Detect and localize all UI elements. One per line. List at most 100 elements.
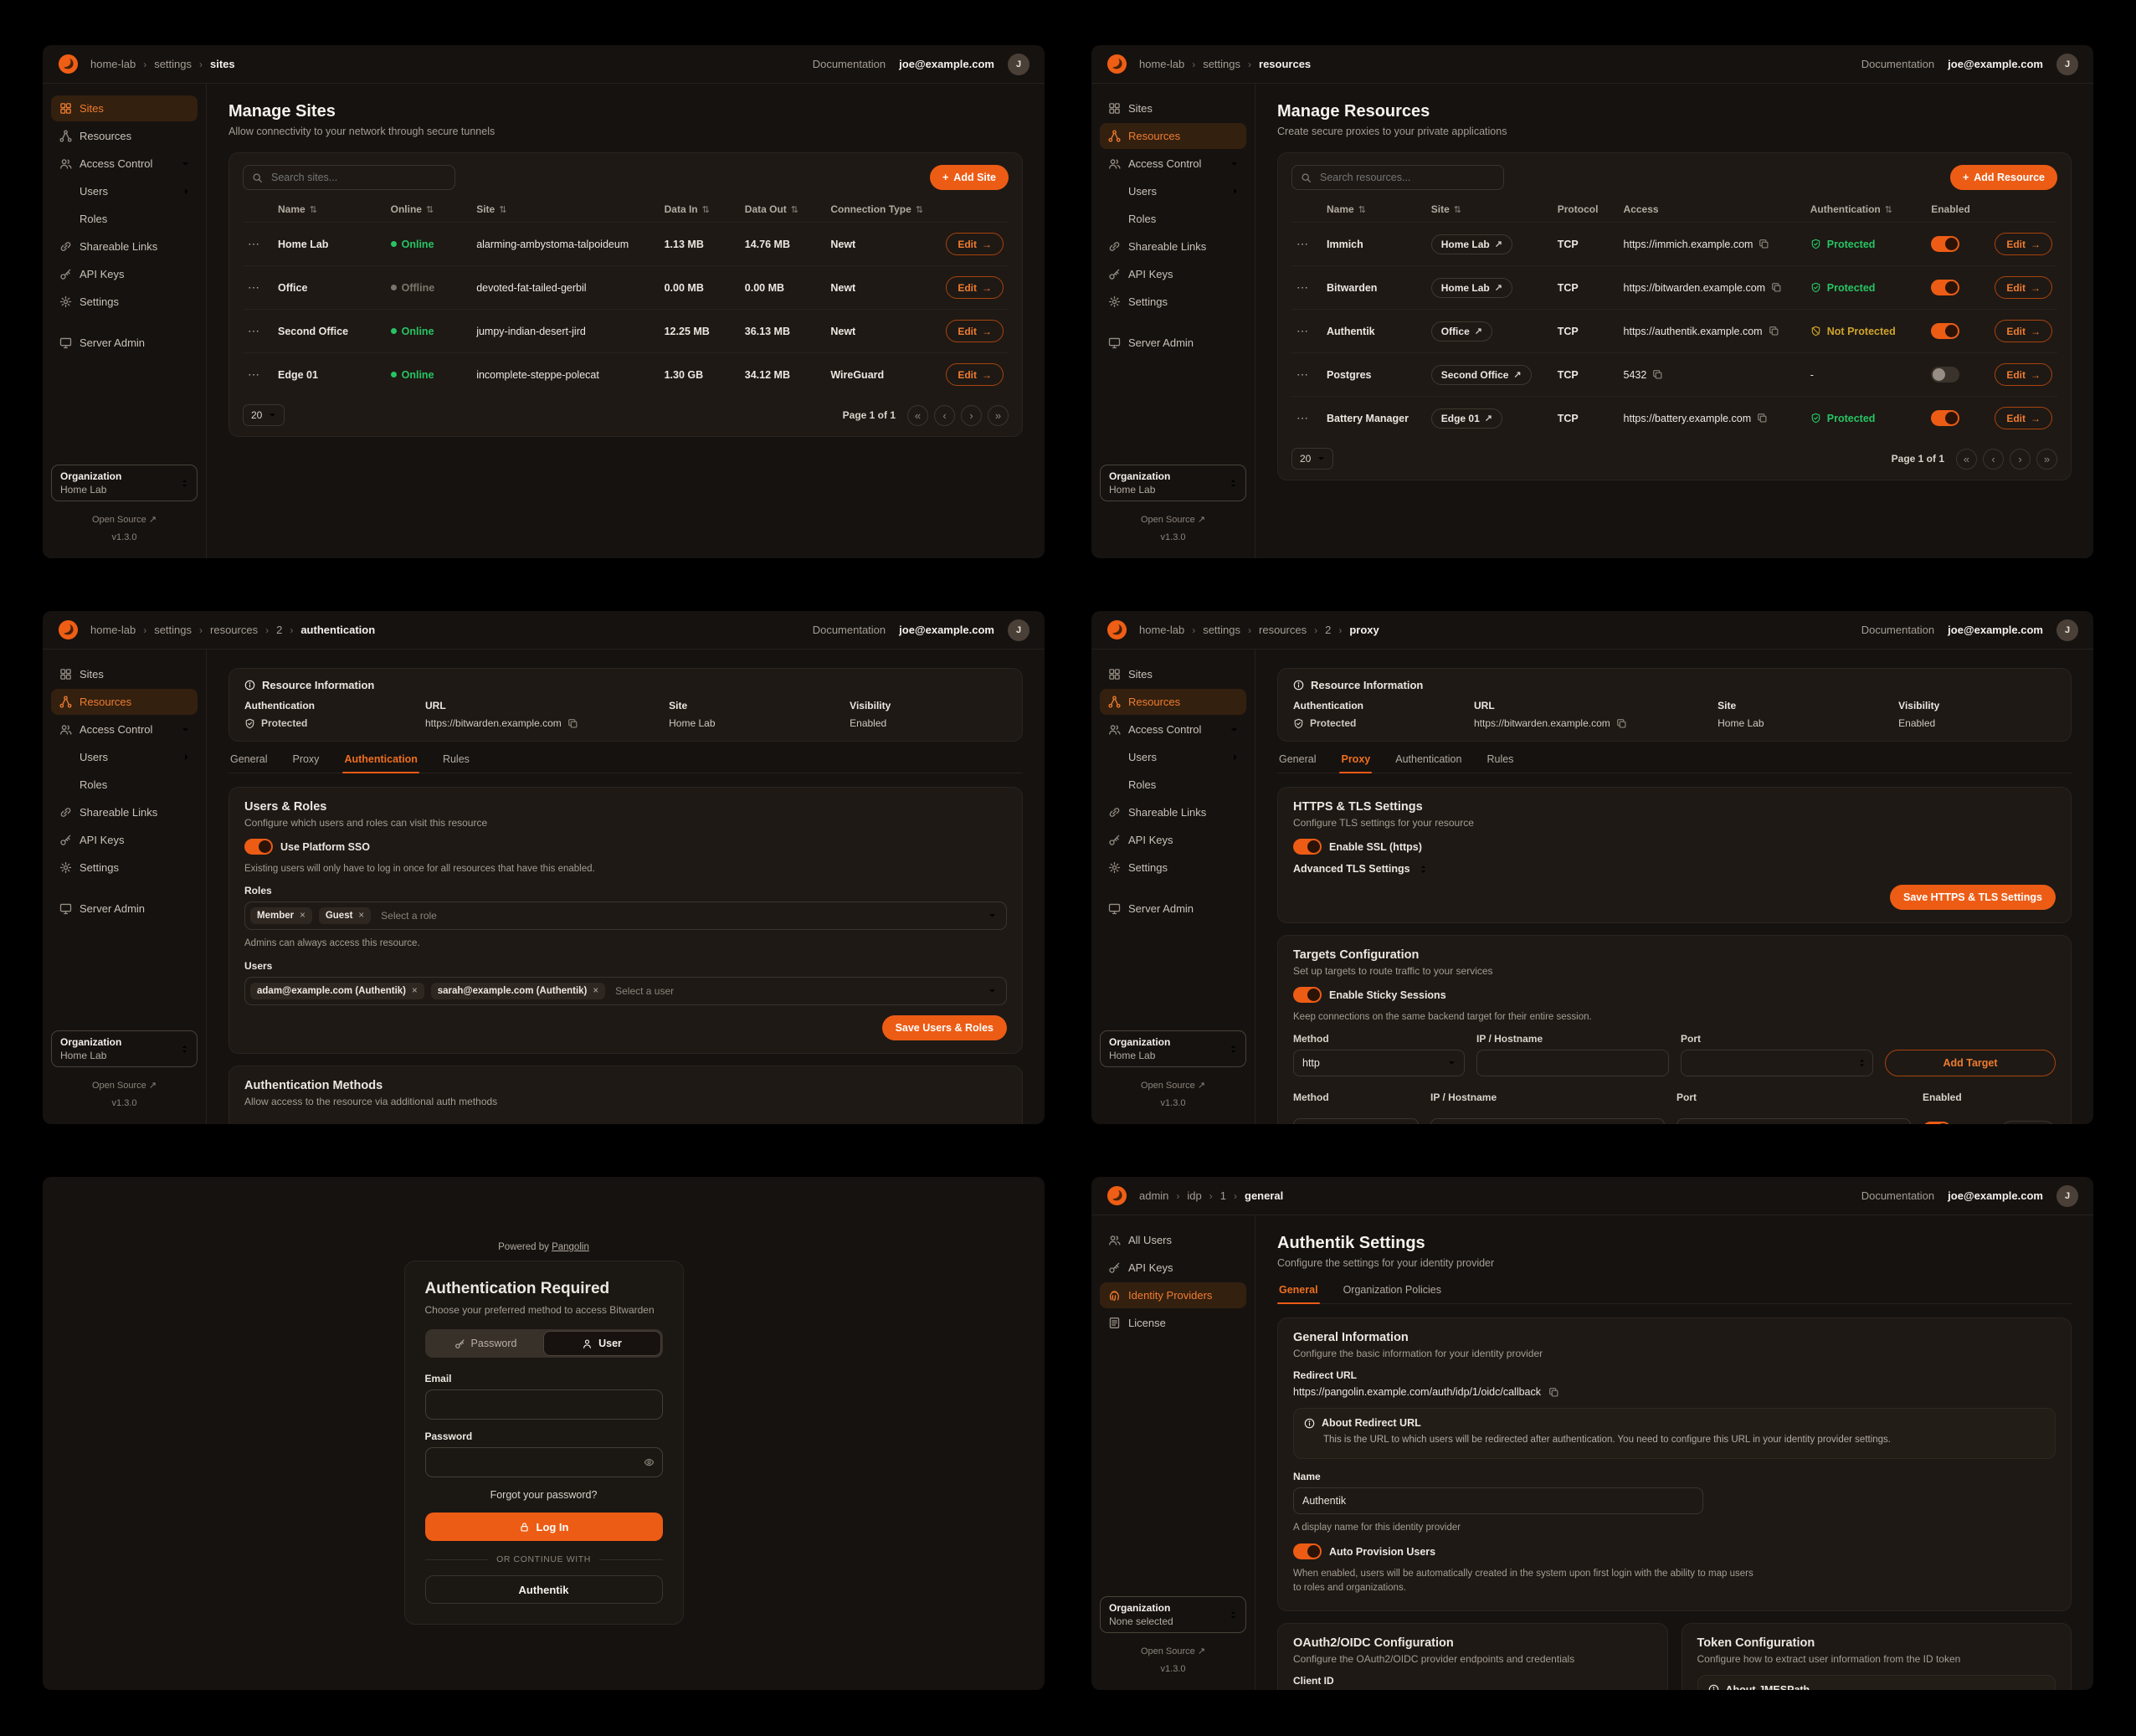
sticky-sessions-toggle[interactable] xyxy=(1293,987,1322,1003)
enable-ssl-toggle[interactable] xyxy=(1293,839,1322,855)
prev-page-button[interactable]: ‹ xyxy=(1983,449,2004,470)
user-email[interactable]: joe@example.com xyxy=(899,624,994,636)
sidebar-item-api-keys[interactable]: API Keys xyxy=(1100,1255,1246,1281)
page-size-select[interactable]: 20 xyxy=(243,404,285,426)
tab-authentication[interactable]: Authentication xyxy=(1394,753,1463,773)
col-name[interactable]: Name⇅ xyxy=(273,197,386,222)
documentation-link[interactable]: Documentation xyxy=(1861,1189,1934,1202)
user-email[interactable]: joe@example.com xyxy=(1948,58,2043,70)
name-input[interactable] xyxy=(1293,1487,1703,1514)
open-source-link[interactable]: Open Source ↗ xyxy=(51,1077,198,1095)
sidebar-item-access-control[interactable]: Access Control xyxy=(51,151,198,177)
sidebar-item-settings[interactable]: Settings xyxy=(51,289,198,315)
sidebar-item-sites[interactable]: Sites xyxy=(1100,95,1246,121)
sidebar-item-api-keys[interactable]: API Keys xyxy=(51,827,198,853)
breadcrumb-org[interactable]: home-lab xyxy=(1139,58,1184,70)
enabled-toggle[interactable] xyxy=(1931,280,1959,295)
sidebar-item-users[interactable]: Users xyxy=(1100,178,1246,204)
last-page-button[interactable]: » xyxy=(2036,449,2057,470)
col-connection-type[interactable]: Connection Type⇅ xyxy=(825,197,938,222)
pangolin-logo[interactable] xyxy=(1107,619,1127,640)
copy-icon[interactable] xyxy=(567,718,578,729)
site-link-chip[interactable]: Home Lab↗ xyxy=(1431,234,1512,254)
sidebar-item-access-control[interactable]: Access Control xyxy=(1100,151,1246,177)
copy-icon[interactable] xyxy=(1548,1387,1559,1398)
edit-button[interactable]: Edit→ xyxy=(1995,276,2052,299)
sidebar-item-settings[interactable]: Settings xyxy=(51,855,198,881)
row-menu-button[interactable]: ⋯ xyxy=(1291,401,1322,435)
enabled-toggle[interactable] xyxy=(1931,323,1959,339)
sidebar-item-resources[interactable]: Resources xyxy=(1100,689,1246,715)
page-size-select[interactable]: 20 xyxy=(1291,448,1333,470)
avatar[interactable]: J xyxy=(1008,619,1029,641)
sidebar-item-server-admin[interactable]: Server Admin xyxy=(1100,330,1246,356)
row-menu-button[interactable]: ⋯ xyxy=(1291,270,1322,305)
sidebar-item-resources[interactable]: Resources xyxy=(51,123,198,149)
site-link-chip[interactable]: Second Office↗ xyxy=(1431,365,1532,385)
remove-chip-icon[interactable]: × xyxy=(593,986,598,996)
pangolin-logo[interactable] xyxy=(1107,1185,1127,1206)
sidebar-item-server-admin[interactable]: Server Admin xyxy=(51,896,198,922)
roles-multiselect[interactable]: Member× Guest× Select a role xyxy=(244,901,1007,930)
remove-chip-icon[interactable]: × xyxy=(412,986,418,996)
sidebar-item-users[interactable]: Users xyxy=(51,744,198,770)
sidebar-item-access-control[interactable]: Access Control xyxy=(1100,716,1246,742)
stepper-icon[interactable] xyxy=(1858,1058,1866,1069)
sidebar-item-users[interactable]: Users xyxy=(51,178,198,204)
search-input[interactable] xyxy=(270,171,446,184)
sidebar-item-shareable-links[interactable]: Shareable Links xyxy=(51,234,198,259)
last-page-button[interactable]: » xyxy=(988,405,1009,426)
documentation-link[interactable]: Documentation xyxy=(1861,58,1934,70)
auto-provision-toggle[interactable] xyxy=(1293,1543,1322,1559)
tab-general[interactable]: General xyxy=(1277,753,1317,773)
pangolin-logo[interactable] xyxy=(58,54,79,74)
method-select[interactable]: http xyxy=(1293,1050,1465,1076)
row-menu-button[interactable]: ⋯ xyxy=(243,227,273,261)
sidebar-item-sites[interactable]: Sites xyxy=(51,95,198,121)
tab-general[interactable]: General xyxy=(228,753,269,773)
target-ip-input[interactable] xyxy=(1430,1118,1665,1124)
edit-button[interactable]: Edit→ xyxy=(1995,363,2052,386)
user-email[interactable]: joe@example.com xyxy=(899,58,994,70)
sidebar-item-server-admin[interactable]: Server Admin xyxy=(1100,896,1246,922)
copy-icon[interactable] xyxy=(1757,413,1768,424)
password-field[interactable] xyxy=(425,1447,663,1477)
copy-icon[interactable] xyxy=(1769,326,1779,336)
authentik-sso-button[interactable]: Authentik xyxy=(425,1575,663,1604)
next-page-button[interactable]: › xyxy=(2010,449,2031,470)
tab-general[interactable]: General xyxy=(1277,1284,1320,1303)
breadcrumb-settings[interactable]: settings xyxy=(1203,58,1240,70)
sidebar-item-settings[interactable]: Settings xyxy=(1100,289,1246,315)
remove-password-button[interactable]: Remove Password xyxy=(892,1124,1007,1125)
edit-button[interactable]: Edit→ xyxy=(946,320,1004,342)
sidebar-item-roles[interactable]: Roles xyxy=(1100,772,1246,798)
sidebar-item-shareable-links[interactable]: Shareable Links xyxy=(51,799,198,825)
row-menu-button[interactable]: ⋯ xyxy=(1291,314,1322,348)
site-link-chip[interactable]: Edge 01↗ xyxy=(1431,408,1502,429)
search-box[interactable] xyxy=(1291,165,1504,190)
sidebar-item-identity-providers[interactable]: Identity Providers xyxy=(1100,1282,1246,1308)
prev-page-button[interactable]: ‹ xyxy=(934,405,955,426)
row-menu-button[interactable]: ⋯ xyxy=(1291,227,1322,261)
search-box[interactable] xyxy=(243,165,455,190)
enabled-toggle[interactable] xyxy=(1931,410,1959,426)
avatar[interactable]: J xyxy=(2056,54,2078,75)
target-enabled-toggle[interactable] xyxy=(1923,1122,1951,1124)
enabled-toggle[interactable] xyxy=(1931,367,1959,383)
row-menu-button[interactable]: ⋯ xyxy=(243,357,273,392)
tab-password[interactable]: Password xyxy=(428,1332,544,1355)
sidebar-item-all-users[interactable]: All Users xyxy=(1100,1227,1246,1253)
col-site[interactable]: Site⇅ xyxy=(1426,197,1553,222)
remove-chip-icon[interactable]: × xyxy=(358,911,364,921)
add-resource-button[interactable]: +Add Resource xyxy=(1950,165,2057,190)
sidebar-item-api-keys[interactable]: API Keys xyxy=(51,261,198,287)
save-tls-button[interactable]: Save HTTPS & TLS Settings xyxy=(1890,885,2056,910)
sidebar-item-users[interactable]: Users xyxy=(1100,744,1246,770)
edit-button[interactable]: Edit→ xyxy=(1995,233,2052,255)
organization-selector[interactable]: OrganizationHome Lab xyxy=(51,1030,198,1067)
add-target-button[interactable]: Add Target xyxy=(1885,1050,2056,1076)
forgot-password-link[interactable]: Forgot your password? xyxy=(425,1489,663,1501)
add-site-button[interactable]: +Add Site xyxy=(930,165,1009,190)
next-page-button[interactable]: › xyxy=(961,405,982,426)
edit-button[interactable]: Edit→ xyxy=(946,276,1004,299)
